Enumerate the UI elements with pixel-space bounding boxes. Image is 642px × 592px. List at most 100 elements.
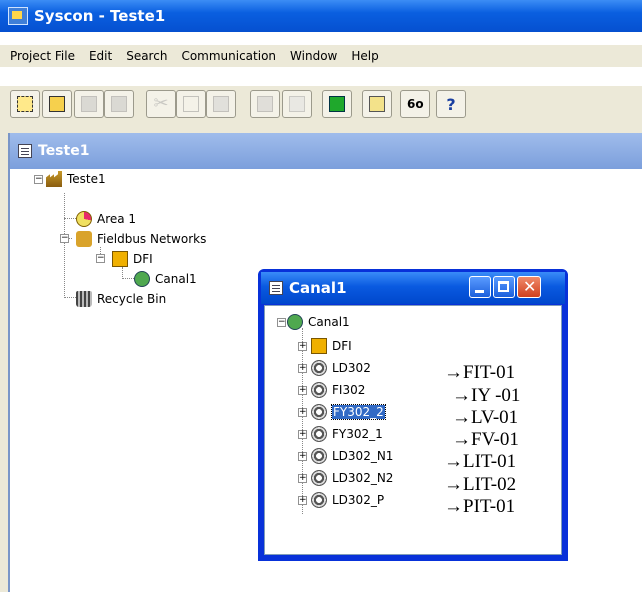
expand-device-toggle[interactable]: + [298,430,307,439]
print-button[interactable] [250,90,280,118]
plant-icon [46,171,62,187]
tree-node-recycle-bin[interactable]: Recycle Bin [76,289,166,309]
menu-help[interactable]: Help [351,49,378,63]
canal-item-label: DFI [332,339,352,353]
expand-button[interactable] [176,90,206,118]
expand-device-toggle[interactable]: + [298,364,307,373]
tag-annotation: →LIT-01 [444,451,517,472]
syscon-app-icon [8,7,28,25]
canal-item-label: FY302_1 [332,427,383,441]
print-icon [257,96,273,112]
help-button[interactable]: ? [436,90,466,118]
new-project-button[interactable] [10,90,40,118]
tag-annotation: →IY -01 [452,385,521,406]
close-button[interactable]: ✕ [517,276,541,298]
expand-icon [183,96,199,112]
canal-root-node[interactable]: Canal1 [287,312,350,332]
glasses-icon: 6o [407,97,424,111]
tree-node-project[interactable]: Teste1 [46,169,106,189]
canal-window: Canal1 ✕ − Canal1 + DFI + LD302 + FI302 … [258,269,568,561]
menu-search[interactable]: Search [126,49,167,63]
area-pie-icon [76,211,92,227]
document-icon [18,144,32,158]
field-device-icon [311,492,327,508]
expand-device-toggle[interactable]: + [298,474,307,483]
tree-label-project: Teste1 [67,172,106,186]
download-button[interactable] [322,90,352,118]
tree-node-canal[interactable]: Canal1 [134,269,197,289]
expand-device-toggle[interactable]: + [298,496,307,505]
tree-label-canal: Canal1 [155,272,197,286]
canal-item-label: LD302_P [332,493,385,507]
canal-item-device[interactable]: LD302_P [311,490,384,510]
export-button[interactable] [362,90,392,118]
keyboard-icon [289,96,305,112]
download-icon [329,96,345,112]
minimize-button[interactable] [469,276,491,298]
collapse-dfi-toggle[interactable]: − [96,254,105,263]
canal-item-device[interactable]: LD302_N1 [311,446,393,466]
cut-icon: ✂ [153,93,169,114]
maximize-icon [498,281,509,292]
canal-item-label: LD302_N2 [332,471,394,485]
app-title-bar[interactable]: Syscon - Teste1 [0,0,642,32]
maximize-button[interactable] [493,276,515,298]
expand-device-toggle[interactable]: + [298,408,307,417]
menu-edit[interactable]: Edit [89,49,112,63]
help-icon: ? [446,94,456,114]
tree-node-area[interactable]: Area 1 [76,209,136,229]
field-device-icon [311,382,327,398]
canal-item-device[interactable]: FI302 [311,380,365,400]
toolbar: ✂ 6o ? [0,86,642,124]
dfi-bridge-icon [112,251,128,267]
properties-icon [213,96,229,112]
canal-item-device-selected[interactable]: FY302_2 [311,402,386,422]
canal-item-device[interactable]: LD302_N2 [311,468,393,488]
tree-label-fieldbus: Fieldbus Networks [97,232,207,246]
expand-device-toggle[interactable]: + [298,452,307,461]
glasses-button[interactable]: 6o [400,90,430,118]
close-icon: ✕ [523,277,537,296]
keyboard-button[interactable] [282,90,312,118]
collapse-fieldbus-toggle[interactable]: − [60,234,69,243]
save-icon [81,96,97,112]
expand-dfi-toggle[interactable]: + [298,342,307,351]
tag-annotation: →FIT-01 [444,362,516,383]
open-project-button[interactable] [42,90,72,118]
project-window-title: Teste1 [38,143,90,159]
canal-root-label: Canal1 [308,315,350,329]
properties-button[interactable] [206,90,236,118]
tag-annotation: →LV-01 [452,407,519,428]
menu-bar: Project File Edit Search Communication W… [0,45,642,67]
tag-annotation: →LIT-02 [444,474,517,495]
app-title: Syscon - Teste1 [34,7,166,25]
field-device-icon [311,426,327,442]
collapse-root-toggle[interactable]: − [34,175,43,184]
menu-project-file[interactable]: Project File [10,49,75,63]
save-button[interactable] [74,90,104,118]
tree-node-fieldbus-networks[interactable]: Fieldbus Networks [76,229,206,249]
menu-window[interactable]: Window [290,49,337,63]
canal-window-title: Canal1 [289,279,347,297]
collapse-canal-toggle[interactable]: − [277,318,286,327]
save-as-icon [111,96,127,112]
canal-item-dfi[interactable]: DFI [311,336,352,356]
menu-communication[interactable]: Communication [181,49,276,63]
field-device-icon [311,448,327,464]
export-icon [369,96,385,112]
channel-icon [134,271,150,287]
tag-annotation: →FV-01 [452,429,519,450]
document-icon [269,281,283,295]
save-as-button[interactable] [104,90,134,118]
tree-label-dfi: DFI [133,252,153,266]
cut-button[interactable]: ✂ [146,90,176,118]
tree-node-dfi[interactable]: DFI [112,249,153,269]
canal-item-device[interactable]: FY302_1 [311,424,383,444]
expand-device-toggle[interactable]: + [298,386,307,395]
new-project-icon [17,96,33,112]
canal-item-device[interactable]: LD302 [311,358,371,378]
project-window-title-bar[interactable]: Teste1 [10,133,642,169]
tree-label-area: Area 1 [97,212,137,226]
recycle-bin-icon [76,291,92,307]
channel-icon [287,314,303,330]
